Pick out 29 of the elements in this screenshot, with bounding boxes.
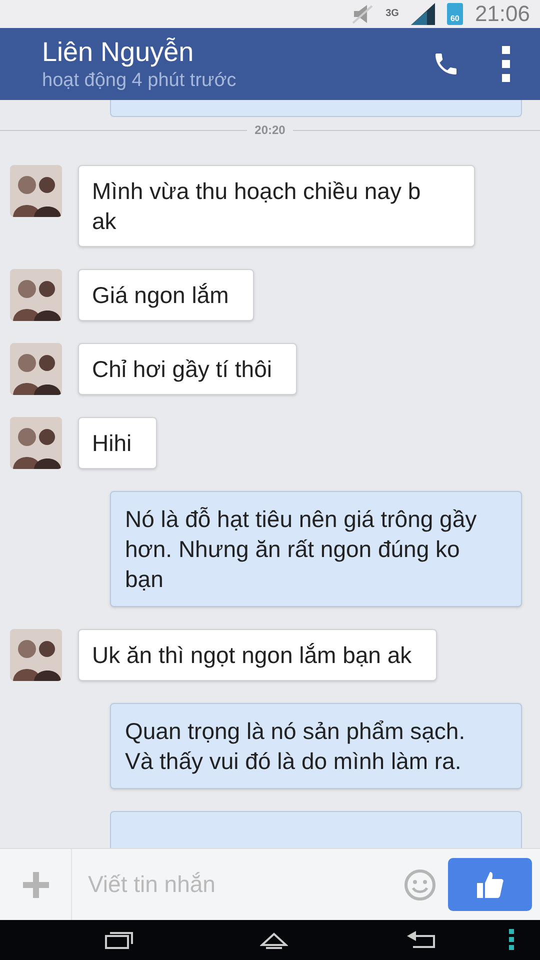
signal-icon [410, 3, 435, 25]
avatar [10, 629, 62, 681]
avatar [10, 343, 62, 395]
avatar [10, 269, 62, 321]
back-icon[interactable] [405, 931, 437, 949]
recent-apps-icon[interactable] [105, 931, 133, 949]
avatar [10, 165, 62, 217]
network-label: 3G [386, 9, 399, 19]
like-button[interactable] [448, 858, 532, 911]
overflow-icon[interactable] [509, 929, 515, 951]
message-bubble: Mình vừa thu hoạch chiều nay b ak [78, 165, 475, 247]
avatar [10, 417, 62, 469]
activity-status: hoạt động 4 phút trước [42, 69, 238, 93]
battery-indicator: 60 [446, 3, 463, 25]
message-bubble: Chỉ hơi gầy tí thôi [78, 343, 298, 395]
plus-icon [22, 872, 48, 898]
timestamp: 20:20 [254, 122, 286, 139]
thumbs-up-icon [476, 870, 504, 898]
contact-name: Liên Nguyễn [42, 36, 195, 69]
message-bubble: Uk ăn thì ngọt ngon lắm bạn ak [78, 629, 437, 681]
home-icon[interactable] [260, 931, 288, 949]
message-bubble: Hihi [78, 417, 157, 469]
clock: 21:06 [474, 3, 530, 25]
mute-icon [352, 4, 374, 24]
message-bubble: Giá ngon lắm [78, 269, 254, 321]
message-input[interactable]: Viết tin nhắn [72, 867, 392, 902]
message-bubble: Nó là đỗ hạt tiêu nên giá trông gầy hơn. Nhưng ăn rất ngon đúng ko bạn [110, 491, 522, 607]
message-bubble: Quan trọng là nó sản phẩm sạch. Và thấy vui đó là do mình làm ra. [110, 703, 522, 789]
menu-button[interactable] [500, 46, 512, 82]
